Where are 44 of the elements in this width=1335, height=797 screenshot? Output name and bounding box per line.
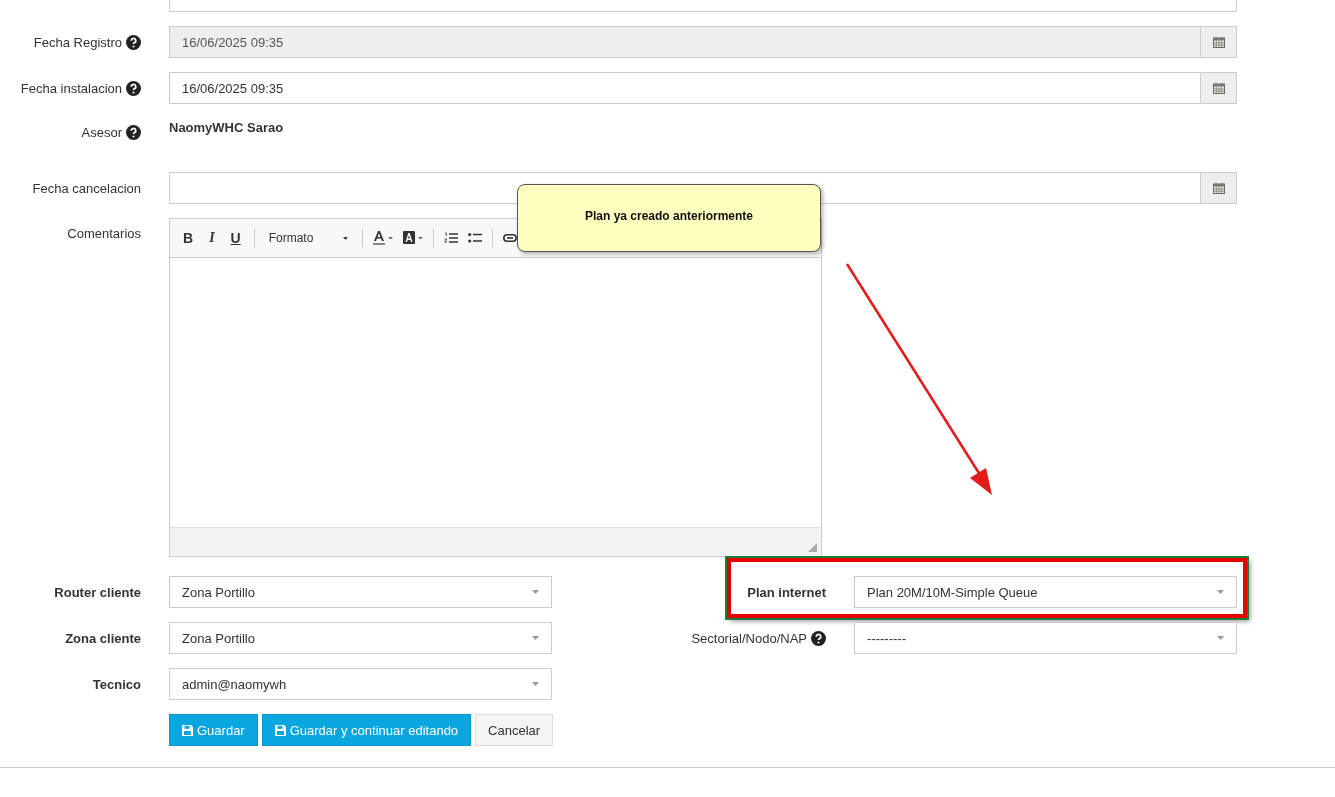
bold-button[interactable]: B: [180, 230, 197, 246]
italic-button[interactable]: I: [206, 230, 218, 246]
caret-icon: [532, 682, 539, 686]
bullet-list-icon[interactable]: [468, 232, 483, 244]
calendar-button[interactable]: [1201, 26, 1237, 58]
select-dropdown[interactable]: Zona Portillo: [169, 576, 552, 608]
caret-icon: [1217, 590, 1224, 594]
caret-icon: [343, 236, 349, 240]
help-icon[interactable]: [126, 80, 141, 96]
calendar-icon: [1212, 82, 1225, 94]
background-color-icon[interactable]: [403, 231, 424, 245]
note-text: Plan ya creado anteriormente: [584, 209, 754, 225]
caret-icon: [532, 636, 539, 640]
resize-handle-icon[interactable]: [808, 543, 817, 552]
cancel-button[interactable]: Cancelar: [475, 714, 554, 746]
caret-icon: [532, 590, 539, 594]
numbered-list-icon[interactable]: [444, 232, 459, 244]
format-dropdown[interactable]: Formato: [264, 231, 353, 245]
select-dropdown[interactable]: Plan 20M/10M-Simple Queue: [854, 576, 1237, 608]
caret-icon: [1217, 636, 1224, 640]
select-dropdown[interactable]: Zona Portillo: [169, 622, 552, 654]
text-color-icon[interactable]: [373, 231, 394, 245]
field-label: Router cliente: [54, 584, 141, 600]
calendar-button[interactable]: [1201, 172, 1237, 204]
advisor-name: NaomyWHC Sarao: [169, 119, 285, 135]
date-field[interactable]: 16/06/2025 09:35: [169, 72, 1201, 104]
field-label: Comentarios: [67, 226, 141, 241]
field-label: Fecha instalacion: [20, 80, 122, 96]
link-icon[interactable]: [503, 234, 518, 242]
select-dropdown[interactable]: admin@naomywh: [169, 668, 552, 700]
help-icon[interactable]: [126, 125, 141, 140]
field-label: Sectorial/Nodo/NAP: [691, 630, 807, 646]
calendar-icon: [1212, 182, 1225, 194]
field-label: Plan internet: [747, 584, 826, 600]
field-label: Tecnico: [92, 676, 141, 692]
field-label: Asesor: [81, 125, 122, 140]
select-dropdown[interactable]: ---------: [854, 622, 1237, 654]
field-label: Fecha Registro: [33, 34, 122, 50]
field-label: Zona cliente: [65, 630, 141, 646]
calendar-button[interactable]: [1201, 72, 1237, 104]
calendar-icon: [1212, 36, 1225, 48]
field-label: Fecha cancelacion: [32, 180, 141, 196]
help-icon[interactable]: [811, 630, 826, 646]
underline-button[interactable]: U: [227, 230, 244, 246]
